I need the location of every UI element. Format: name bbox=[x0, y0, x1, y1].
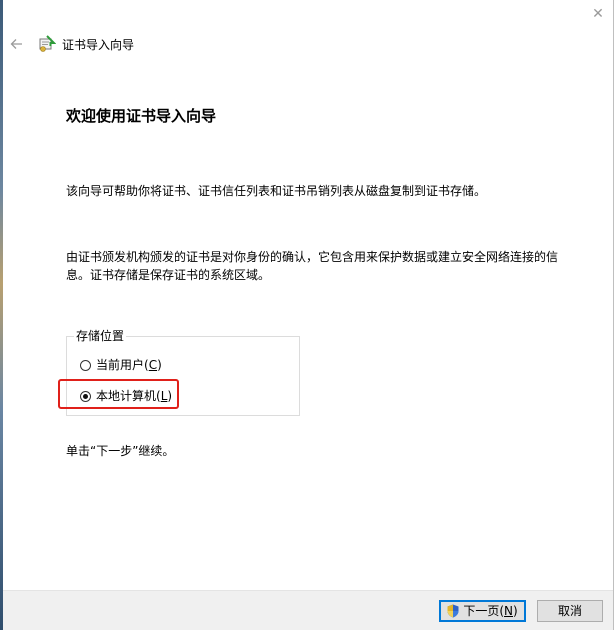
cancel-button[interactable]: 取消 bbox=[537, 600, 603, 622]
annotation-highlight-box bbox=[58, 379, 179, 409]
window-left-edge bbox=[0, 0, 3, 630]
store-location-legend: 存储位置 bbox=[74, 328, 127, 344]
back-arrow-icon[interactable] bbox=[10, 36, 24, 52]
description-text: 由证书颁发机构颁发的证书是对你身份的确认，它包含用来保护数据或建立安全网络连接的… bbox=[66, 250, 559, 282]
radio-button-current-user[interactable] bbox=[80, 359, 91, 371]
close-icon[interactable]: ✕ bbox=[590, 6, 606, 22]
wizard-title: 证书导入向导 bbox=[62, 38, 135, 52]
continue-note: 单击“下一步”继续。 bbox=[66, 444, 175, 458]
next-button-label: 下一页(N) bbox=[463, 604, 518, 618]
certificate-wizard-icon bbox=[39, 35, 56, 52]
uac-shield-icon bbox=[447, 604, 459, 618]
intro-text: 该向导可帮助你将证书、证书信任列表和证书吊销列表从磁盘复制到证书存储。 bbox=[66, 184, 487, 198]
page-heading: 欢迎使用证书导入向导 bbox=[66, 107, 217, 125]
radio-current-user[interactable]: 当前用户(C) bbox=[80, 357, 162, 373]
next-button[interactable]: 下一页(N) bbox=[439, 600, 526, 622]
radio-label-current-user: 当前用户(C) bbox=[96, 358, 162, 372]
